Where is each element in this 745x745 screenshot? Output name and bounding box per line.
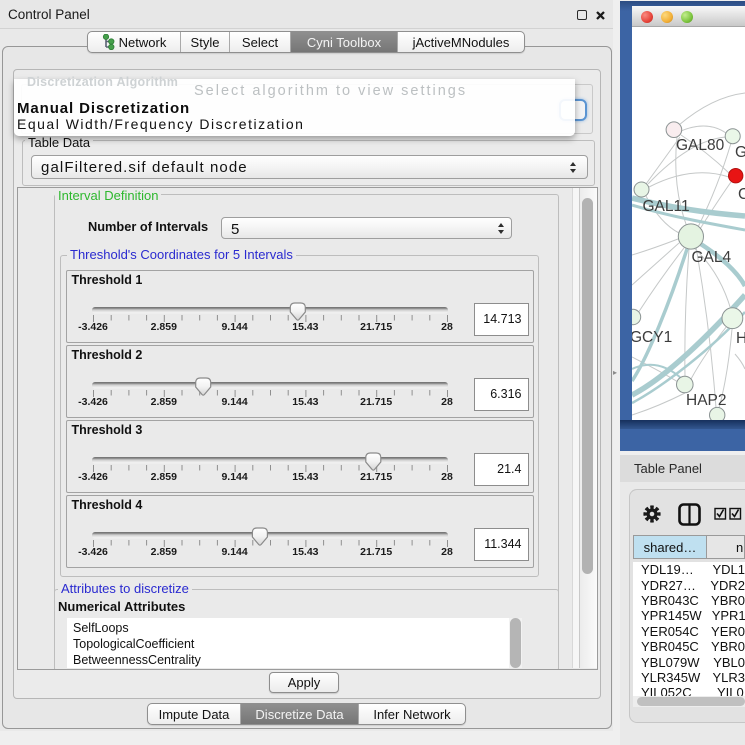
svg-text:GAL80: GAL80: [676, 137, 725, 154]
svg-text:C: C: [738, 186, 745, 203]
svg-text:HAP2: HAP2: [686, 392, 727, 409]
svg-text:GAL11: GAL11: [643, 198, 690, 215]
svg-text:H: H: [736, 330, 745, 347]
svg-text:GCY1: GCY1: [632, 329, 672, 346]
svg-text:GA: GA: [735, 144, 745, 161]
svg-text:GAL4: GAL4: [692, 249, 732, 266]
